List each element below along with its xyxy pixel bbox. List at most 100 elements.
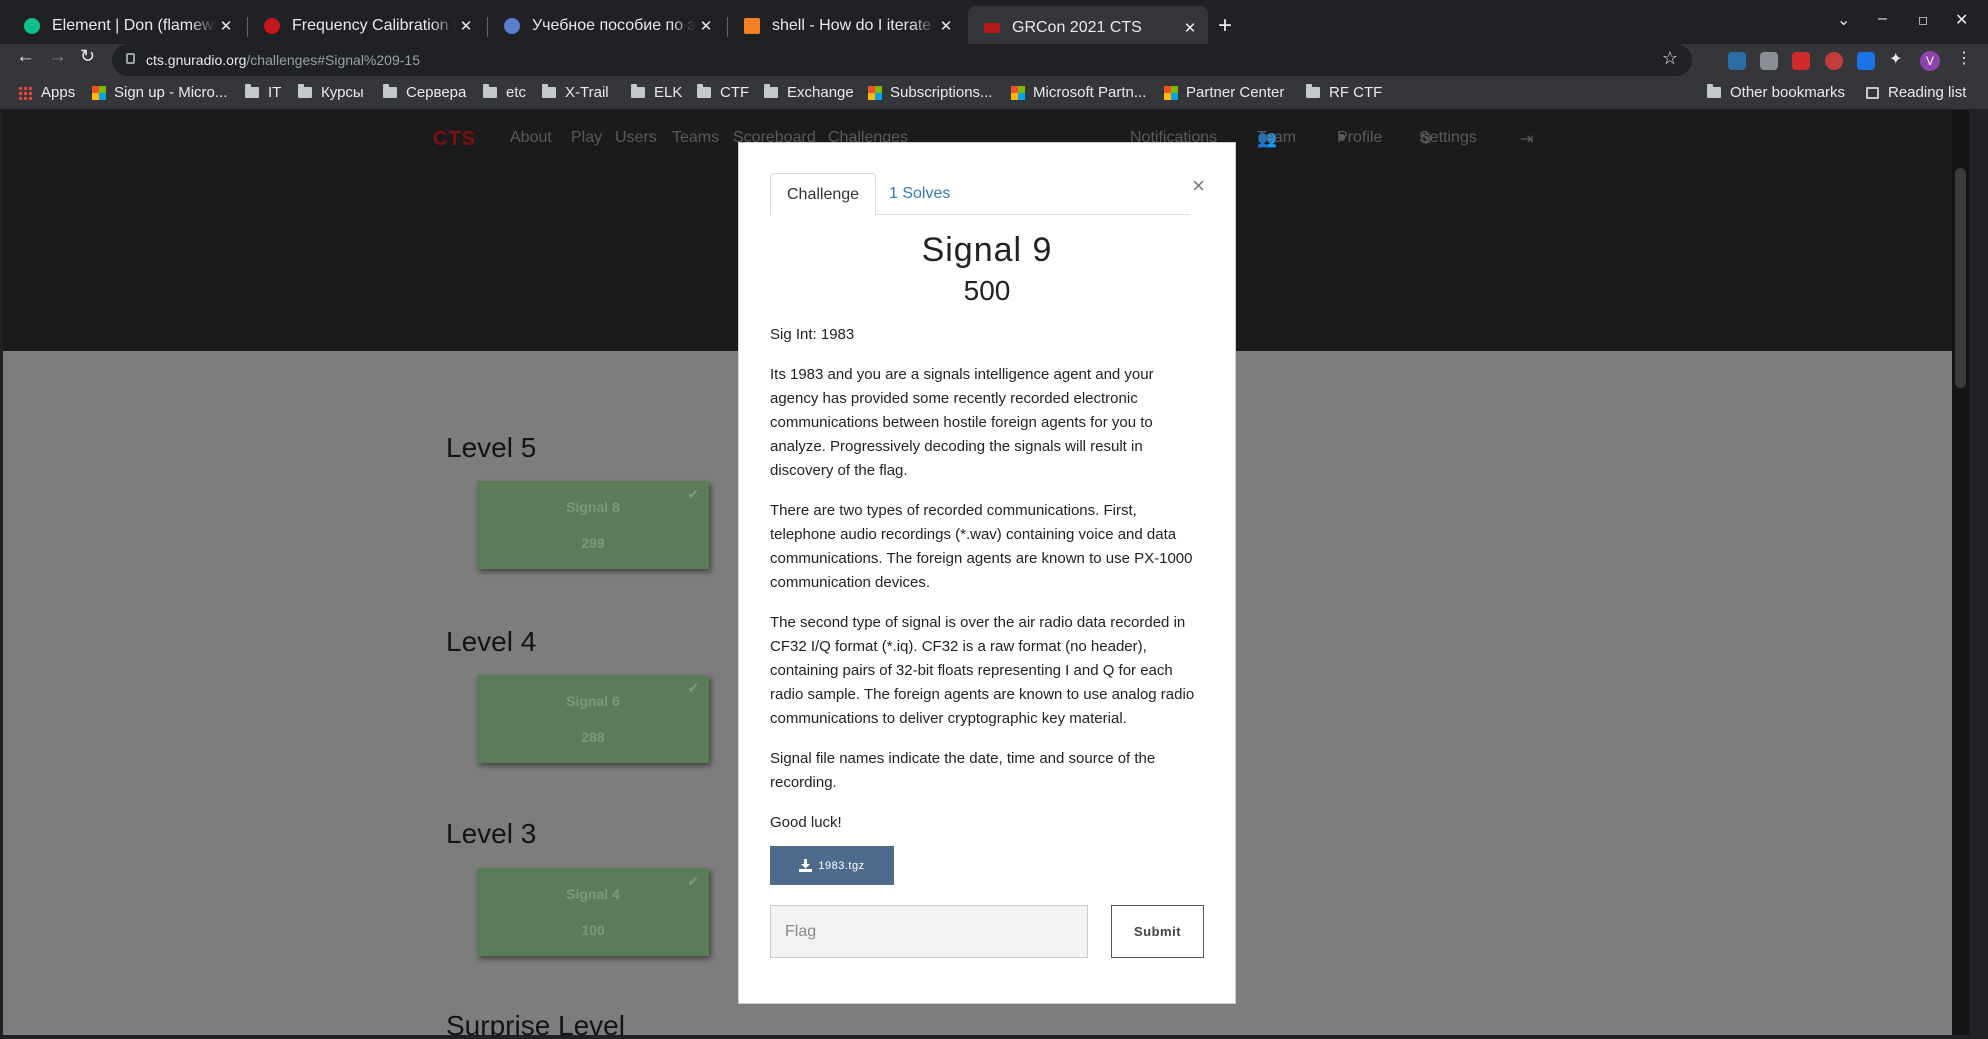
extension-icon[interactable] — [1728, 52, 1746, 70]
tab-challenge[interactable]: Challenge — [770, 173, 877, 216]
back-button[interactable]: ← — [16, 46, 35, 68]
challenge-description: Sig Int: 1983 Its 1983 and you are a sig… — [770, 323, 1200, 851]
bookmark-folder-rfctf[interactable]: RF CTF — [1306, 84, 1382, 101]
bookmark-folder-servers[interactable]: Сервера — [383, 84, 466, 101]
submit-button[interactable]: Submit — [1111, 905, 1204, 958]
bookmark-label: X-Trail — [565, 84, 609, 101]
description-paragraph: Signal file names indicate the date, tim… — [770, 750, 1156, 791]
close-tab-icon[interactable]: ✕ — [696, 17, 716, 35]
browser-tab-frequency[interactable]: Frequency Calibration for ✕ — [248, 9, 484, 43]
bookmarks-bar: Apps Sign up - Micro... IT Курсы Сервера… — [0, 78, 1988, 110]
bookmark-subscriptions[interactable]: Subscriptions... — [868, 84, 993, 101]
bookmark-apps[interactable]: Apps — [18, 84, 75, 101]
modal-tabs: Challenge 1 Solves — [770, 173, 1190, 216]
folder-icon — [697, 84, 711, 98]
card-name: Signal 8 — [566, 499, 620, 515]
close-icon[interactable]: × — [1192, 173, 1205, 199]
page-scrollbar[interactable] — [1952, 110, 1969, 1035]
profile-avatar[interactable]: V — [1920, 51, 1940, 71]
flag-input[interactable] — [770, 905, 1088, 958]
browser-tab-shell[interactable]: shell - How do I iterate ove ✕ — [728, 9, 964, 43]
challenge-category: Sig Int: 1983 — [770, 326, 855, 343]
microsoft-icon — [1011, 85, 1025, 100]
tab-title: shell - How do I iterate ove — [772, 17, 936, 34]
puzzle-icon[interactable]: ✦ — [1889, 49, 1907, 68]
bookmark-folder-courses[interactable]: Курсы — [298, 84, 364, 101]
browser-tab-element[interactable]: Element | Don (flamewire ✕ — [8, 9, 244, 43]
nav-users[interactable]: Users — [615, 129, 657, 147]
nav-about[interactable]: About — [510, 129, 552, 147]
logout-icon[interactable]: ⇥ — [1520, 129, 1533, 149]
bookmark-label: CTF — [720, 84, 750, 101]
element-favicon-icon — [24, 18, 40, 34]
close-tab-icon[interactable]: ✕ — [1180, 19, 1200, 37]
challenge-card-signal-4[interactable]: ✔ Signal 4 100 — [477, 868, 709, 956]
challenge-card-signal-8[interactable]: ✔ Signal 8 299 — [477, 481, 709, 569]
nav-label: Team — [1257, 129, 1297, 146]
folder-icon — [542, 84, 556, 98]
reading-list[interactable]: Reading list — [1866, 84, 1966, 101]
folder-icon — [245, 84, 259, 98]
card-name: Signal 6 — [566, 693, 620, 709]
address-bar[interactable]: cts.gnuradio.org/challenges#Signal%209-1… — [112, 44, 1692, 76]
folder-icon — [483, 84, 497, 98]
extension-icon[interactable] — [1792, 52, 1810, 70]
extension-icon[interactable] — [1825, 52, 1843, 70]
bookmark-label: Partner Center — [1186, 84, 1285, 101]
folder-icon — [764, 84, 778, 98]
bookmark-folder-xtrail[interactable]: X-Trail — [542, 84, 609, 101]
extension-icon[interactable] — [1857, 52, 1875, 70]
bookmark-ms-partner[interactable]: Microsoft Partn... — [1011, 84, 1146, 101]
bookmark-star-icon[interactable]: ☆ — [1662, 48, 1678, 69]
close-tab-icon[interactable]: ✕ — [456, 17, 476, 35]
bookmark-label: Subscriptions... — [890, 84, 993, 101]
microsoft-icon — [92, 85, 106, 100]
bookmark-folder-ctf[interactable]: CTF — [697, 84, 749, 101]
challenge-points: 500 — [963, 275, 1011, 306]
bookmark-partner-center[interactable]: Partner Center — [1164, 84, 1284, 101]
browser-toolbar: ← → ↻ cts.gnuradio.org/challenges#Signal… — [0, 44, 1988, 78]
folder-icon — [298, 84, 312, 98]
card-name: Signal 4 — [566, 886, 620, 902]
bookmark-label: Exchange — [787, 84, 854, 101]
bookmark-folder-it[interactable]: IT — [245, 84, 281, 101]
folder-icon — [383, 84, 397, 98]
tab-solves[interactable]: 1 Solves — [873, 173, 966, 215]
minimize-button[interactable]: – — [1878, 10, 1887, 28]
microsoft-icon — [1164, 85, 1178, 100]
tab-title: Frequency Calibration for — [292, 17, 456, 34]
scrollbar-thumb[interactable] — [1955, 168, 1966, 388]
description-paragraph: The second type of signal is over the ai… — [770, 614, 1195, 727]
download-file-button[interactable]: 1983.tgz — [770, 846, 894, 885]
tab-search-icon[interactable]: ⌄ — [1837, 10, 1850, 30]
nav-teams[interactable]: Teams — [672, 129, 719, 147]
microsoft-icon — [868, 85, 882, 100]
bookmark-folder-etc[interactable]: etc — [483, 84, 526, 101]
maximize-button[interactable]: ◻ — [1918, 13, 1928, 27]
close-tab-icon[interactable]: ✕ — [936, 17, 956, 35]
close-tab-icon[interactable]: ✕ — [216, 17, 236, 35]
forward-button[interactable]: → — [48, 46, 67, 68]
nav-label: Profile — [1337, 129, 1383, 146]
tab-title: Учебное пособие по экспе — [532, 17, 696, 34]
other-bookmarks[interactable]: Other bookmarks — [1707, 84, 1845, 101]
bookmark-folder-exchange[interactable]: Exchange — [764, 84, 854, 101]
bookmark-label: IT — [268, 84, 282, 101]
browser-tab-tutorial[interactable]: Учебное пособие по экспе ✕ — [488, 9, 724, 43]
url-path: /challenges#Signal%209-15 — [246, 52, 420, 68]
card-points: 100 — [581, 922, 605, 938]
extension-icon[interactable] — [1760, 52, 1778, 70]
bookmark-folder-elk[interactable]: ELK — [631, 84, 682, 101]
reload-button[interactable]: ↻ — [80, 46, 95, 67]
level-heading: Level 3 — [446, 818, 537, 849]
bookmark-label: Microsoft Partn... — [1033, 84, 1147, 101]
bookmark-label: Курсы — [321, 84, 364, 101]
close-window-button[interactable]: ✕ — [1955, 10, 1968, 30]
bookmark-label: Reading list — [1888, 84, 1967, 101]
bookmark-signup[interactable]: Sign up - Micro... — [92, 84, 227, 101]
menu-icon[interactable]: ⋮ — [1956, 48, 1974, 67]
nav-play[interactable]: Play — [571, 129, 602, 147]
challenge-card-signal-6[interactable]: ✔ Signal 6 288 — [477, 675, 709, 763]
lock-icon — [126, 53, 135, 64]
new-tab-button[interactable]: + — [1218, 12, 1232, 40]
